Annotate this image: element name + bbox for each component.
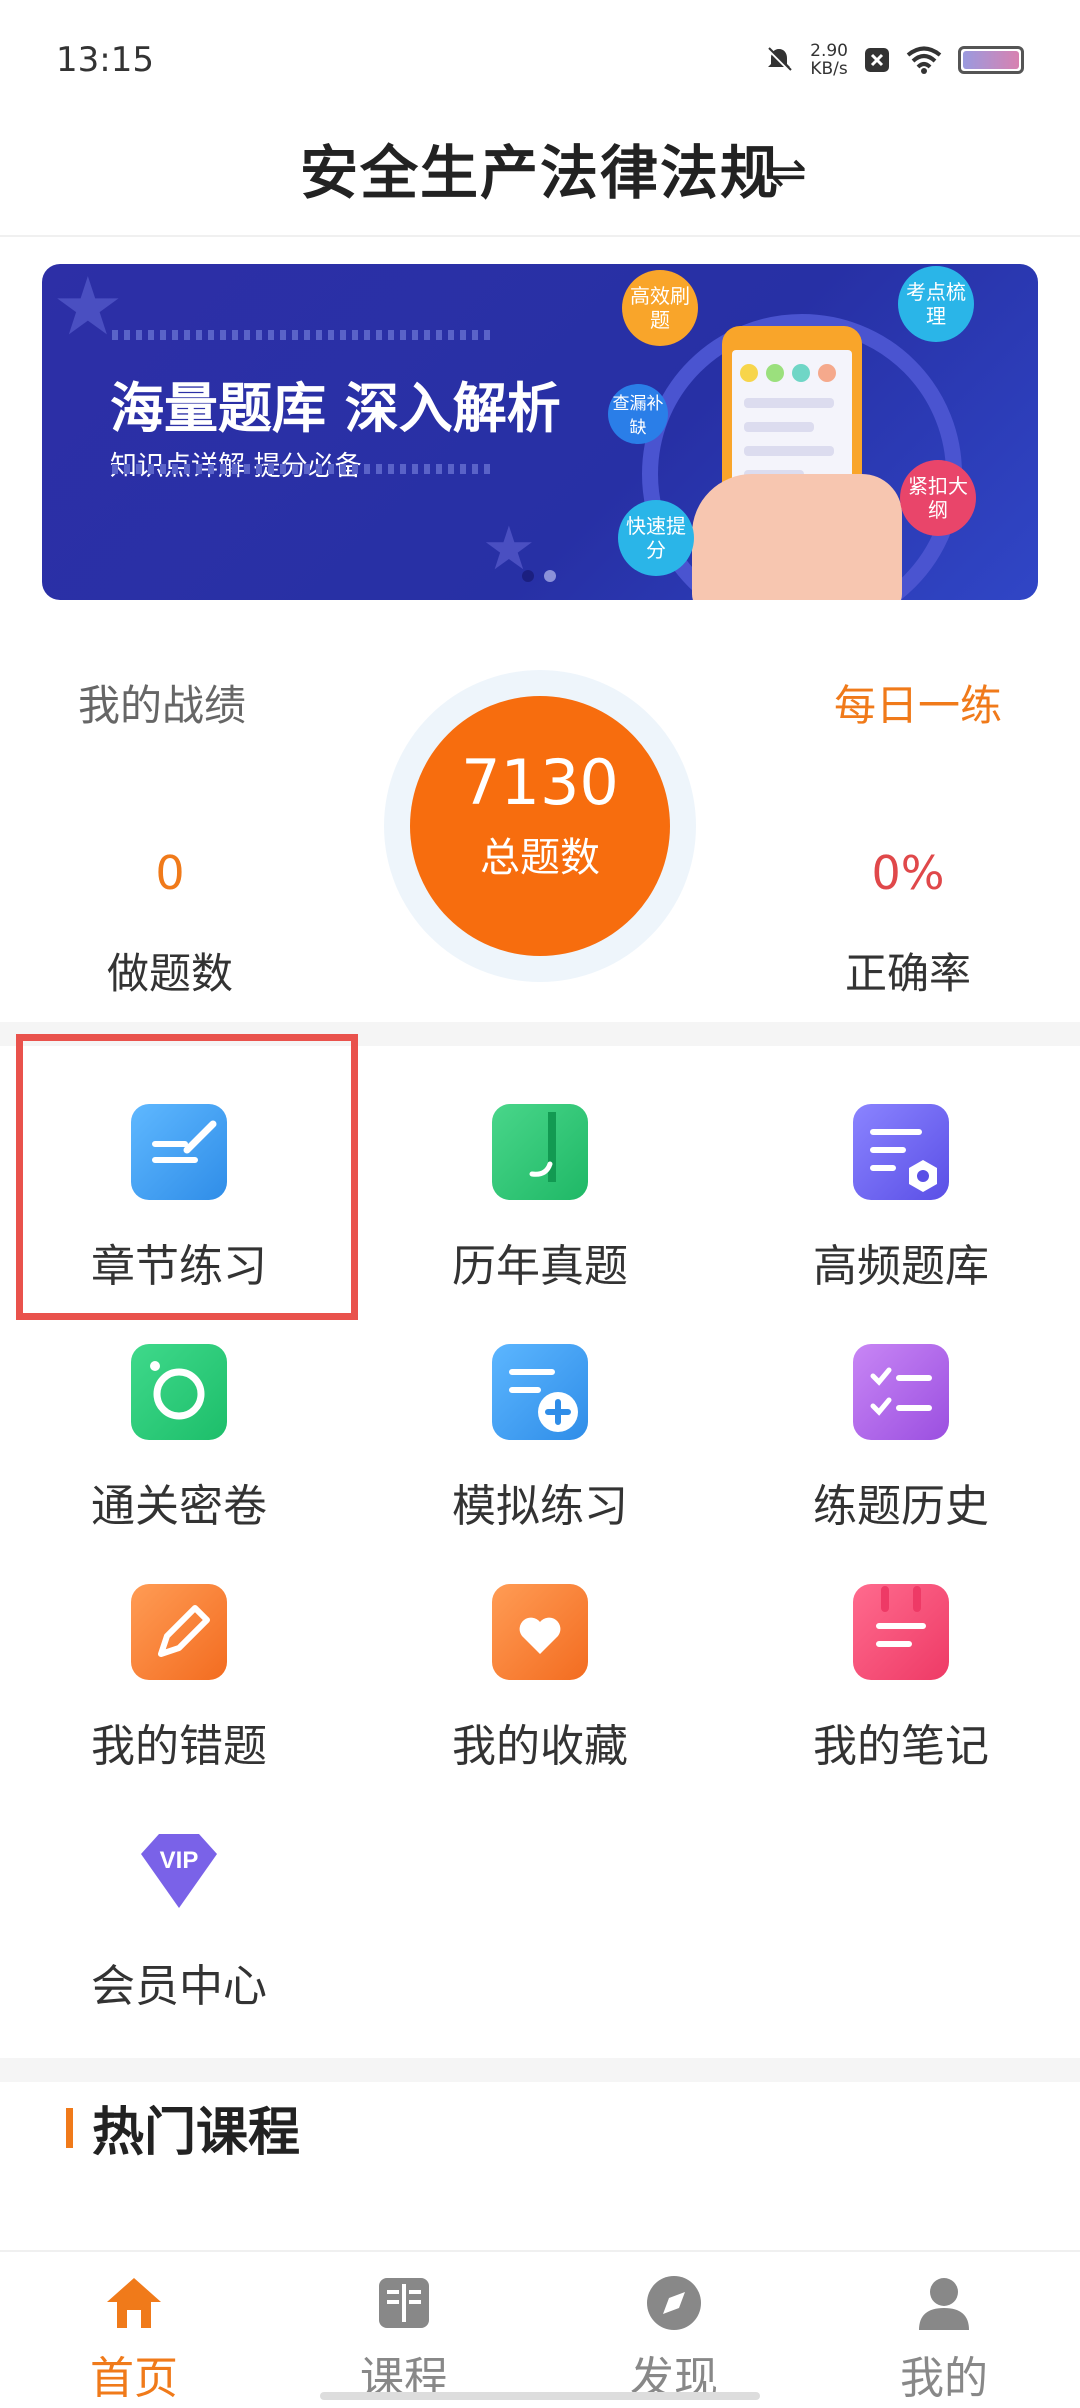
high-frequency-icon: [853, 1104, 949, 1200]
grid-item-label: 我的笔记: [813, 1721, 989, 1772]
bubble-keypoints: 考点梳理: [898, 266, 974, 342]
grid-item-my-mistakes[interactable]: 我的错题: [14, 1584, 344, 1774]
banner-decor: [112, 464, 492, 474]
bubble-efficient: 高效刷题: [622, 270, 698, 346]
section-divider: [0, 2058, 1080, 2082]
home-indicator[interactable]: [320, 2392, 760, 2400]
section-accent-bar: [66, 2108, 73, 2148]
battery-icon: [958, 46, 1024, 74]
tab-label: 我的: [900, 2353, 988, 2404]
grid-item-label: 通关密卷: [91, 1481, 267, 1532]
home-icon: [103, 2272, 165, 2334]
banner-decor: [112, 330, 492, 340]
total-questions-value: 7130: [461, 746, 619, 819]
close-box-icon: [865, 48, 889, 72]
grid-item-label: 练题历史: [813, 1481, 989, 1532]
book-icon: [373, 2272, 435, 2334]
stats-title: 我的战绩: [78, 681, 247, 730]
banner-headline: 海量题库 深入解析: [110, 377, 561, 440]
grid-item-label: 高频题库: [813, 1241, 989, 1292]
network-speed: 2.90 KB/s: [810, 42, 848, 78]
tab-mine[interactable]: 我的: [844, 2272, 1044, 2406]
tab-discover[interactable]: 发现: [574, 2272, 774, 2406]
hot-courses-section: 热门课程: [0, 2086, 1080, 2186]
grid-item-practice-history[interactable]: 练题历史: [736, 1344, 1066, 1534]
user-icon: [913, 2272, 975, 2334]
my-notes-icon: [853, 1584, 949, 1680]
grid-item-past-exams[interactable]: 历年真题: [375, 1104, 705, 1294]
chapter-practice-icon: [131, 1104, 227, 1200]
done-count-label: 做题数: [106, 949, 233, 998]
accuracy-value: 0%: [871, 846, 945, 900]
bottom-tab-bar: 首页 课程 发现 我的: [0, 2250, 1080, 2408]
accuracy-stat: 0% 正确率: [788, 846, 1028, 1001]
grid-item-vip-center[interactable]: VIP 会员中心: [14, 1824, 344, 2014]
grid-item-secret-paper[interactable]: 通关密卷: [14, 1344, 344, 1534]
secret-paper-icon: [131, 1344, 227, 1440]
switch-subject-icon[interactable]: ⇌: [770, 147, 807, 198]
my-favorites-icon: [492, 1584, 588, 1680]
bubble-fast: 快速提分: [618, 500, 694, 576]
grid-item-mock-practice[interactable]: 模拟练习: [375, 1344, 705, 1534]
stats-panel: 我的战绩 每日一练 7130 总题数 0 做题数 0% 正确率: [0, 620, 1080, 1020]
page-header: 安全生产法律法规 ⇌: [0, 125, 1080, 237]
speed-unit: KB/s: [810, 59, 848, 79]
total-questions-circle[interactable]: 7130 总题数: [410, 696, 670, 956]
bubble-syllabus: 紧扣大纲: [900, 460, 976, 536]
status-time: 13:15: [56, 40, 154, 80]
grid-item-high-frequency[interactable]: 高频题库: [736, 1104, 1066, 1294]
grid-item-label: 章节练习: [91, 1241, 267, 1292]
grid-item-label: 我的收藏: [452, 1721, 628, 1772]
status-icons: 2.90 KB/s: [764, 42, 1024, 78]
grid-item-label: 我的错题: [91, 1721, 267, 1772]
status-bar: 13:15 2.90 KB/s: [0, 0, 1080, 125]
daily-practice-link[interactable]: 每日一练: [834, 672, 1002, 733]
practice-history-icon: [853, 1344, 949, 1440]
mute-bell-icon: [767, 47, 792, 73]
grid-item-my-notes[interactable]: 我的笔记: [736, 1584, 1066, 1774]
grid-item-label: 历年真题: [452, 1241, 628, 1292]
wifi-icon: [906, 46, 942, 74]
grid-item-label: 会员中心: [91, 1961, 267, 2012]
mock-practice-icon: [492, 1344, 588, 1440]
my-mistakes-icon: [131, 1584, 227, 1680]
grid-item-chapter-practice[interactable]: 章节练习: [14, 1104, 344, 1294]
tab-courses[interactable]: 课程: [304, 2272, 504, 2406]
done-count-value: 0: [155, 846, 185, 900]
speed-value: 2.90: [810, 41, 848, 61]
bubble-gaps: 查漏补缺: [608, 384, 668, 444]
grid-item-label: 模拟练习: [452, 1481, 628, 1532]
tab-label: 首页: [90, 2353, 178, 2404]
vip-badge-text: VIP: [160, 1847, 199, 1874]
promo-banner[interactable]: ★ ★ 海量题库 深入解析 知识点详解 提分必备 高效刷题 考点梳理 查漏补缺 …: [42, 264, 1038, 600]
compass-icon: [643, 2272, 705, 2334]
accuracy-label: 正确率: [844, 949, 971, 998]
hot-courses-title: 热门课程: [92, 2103, 301, 2163]
done-count-stat: 0 做题数: [50, 846, 290, 1001]
grid-item-my-favorites[interactable]: 我的收藏: [375, 1584, 705, 1774]
past-exams-icon: [492, 1104, 588, 1200]
vip-icon: VIP: [131, 1824, 227, 1920]
banner-pagination: [522, 570, 556, 582]
page-title[interactable]: 安全生产法律法规: [0, 125, 1080, 221]
total-questions-label: 总题数: [480, 835, 600, 881]
tab-home[interactable]: 首页: [34, 2272, 234, 2406]
hand-illustration: [692, 474, 902, 600]
